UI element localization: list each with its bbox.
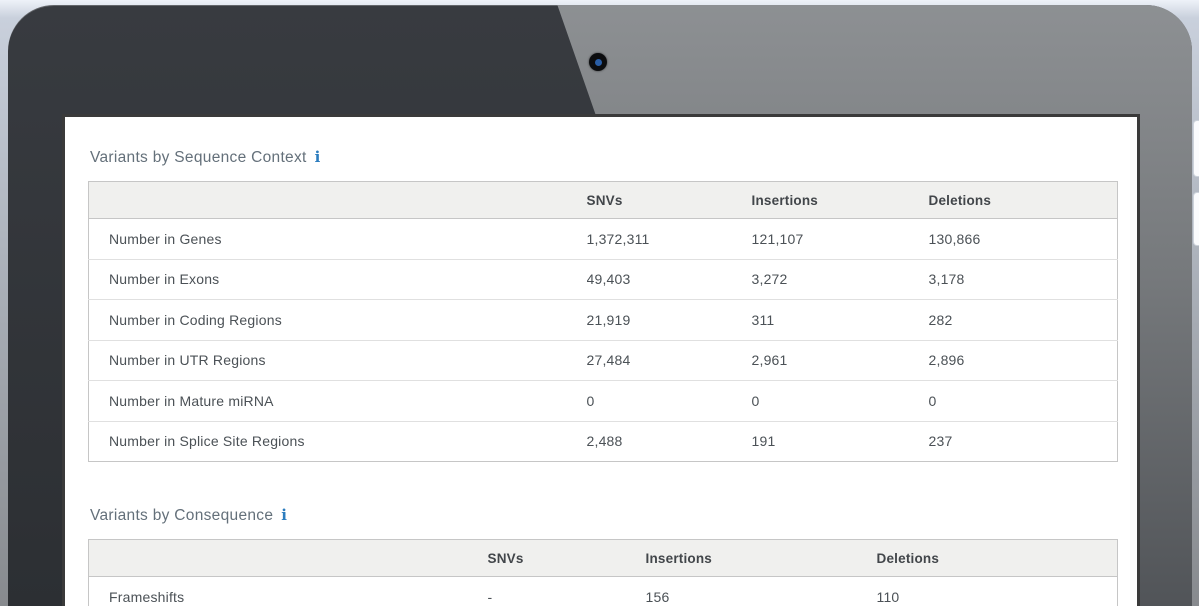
header-snvs: SNVs xyxy=(488,540,646,577)
cell-insertions: 156 xyxy=(646,577,877,606)
front-camera-icon xyxy=(589,53,607,71)
header-snvs: SNVs xyxy=(587,182,752,219)
section-title-text: Variants by Consequence xyxy=(90,507,273,524)
cell-insertions: 2,961 xyxy=(752,340,929,381)
consequence-table: SNVs Insertions Deletions Frameshifts - … xyxy=(88,539,1118,606)
cell-deletions: 130,866 xyxy=(929,219,1118,260)
report-page: Variants by Sequence Context i SNVs Inser… xyxy=(62,114,1140,606)
cell-insertions: 0 xyxy=(752,381,929,422)
cell-snvs: 2,488 xyxy=(587,421,752,462)
table-header-row: SNVs Insertions Deletions xyxy=(89,540,1118,577)
table-row: Number in Exons 49,403 3,272 3,178 xyxy=(89,259,1118,300)
background-card-sliver xyxy=(1193,120,1199,177)
camera-lens xyxy=(595,59,602,66)
header-insertions: Insertions xyxy=(752,182,929,219)
cell-insertions: 3,272 xyxy=(752,259,929,300)
cell-deletions: 110 xyxy=(877,577,1118,606)
header-insertions: Insertions xyxy=(646,540,877,577)
row-label: Frameshifts xyxy=(89,577,488,606)
table-row: Number in UTR Regions 27,484 2,961 2,896 xyxy=(89,340,1118,381)
cell-snvs: - xyxy=(488,577,646,606)
row-label: Number in Exons xyxy=(89,259,587,300)
section-title-text: Variants by Sequence Context xyxy=(90,149,307,166)
cell-deletions: 237 xyxy=(929,421,1118,462)
table-header: SNVs Insertions Deletions xyxy=(89,182,1118,219)
info-icon[interactable]: i xyxy=(315,148,321,166)
cell-snvs: 1,372,311 xyxy=(587,219,752,260)
cell-insertions: 191 xyxy=(752,421,929,462)
row-label: Number in Genes xyxy=(89,219,587,260)
header-deletions: Deletions xyxy=(929,182,1118,219)
background-card-sliver xyxy=(1193,192,1199,246)
cell-deletions: 2,896 xyxy=(929,340,1118,381)
section-gap xyxy=(88,462,1114,506)
table-row: Frameshifts - 156 110 xyxy=(89,577,1118,606)
cell-deletions: 3,178 xyxy=(929,259,1118,300)
section-title-sequence-context: Variants by Sequence Context i xyxy=(90,148,1114,167)
cell-snvs: 27,484 xyxy=(587,340,752,381)
header-deletions: Deletions xyxy=(877,540,1118,577)
header-empty xyxy=(89,540,488,577)
table-row: Number in Coding Regions 21,919 311 282 xyxy=(89,300,1118,341)
row-label: Number in Splice Site Regions xyxy=(89,421,587,462)
cell-snvs: 49,403 xyxy=(587,259,752,300)
info-icon[interactable]: i xyxy=(281,506,287,524)
cell-deletions: 0 xyxy=(929,381,1118,422)
header-empty xyxy=(89,182,587,219)
table-header: SNVs Insertions Deletions xyxy=(89,540,1118,577)
table-row: Number in Genes 1,372,311 121,107 130,86… xyxy=(89,219,1118,260)
cell-insertions: 311 xyxy=(752,300,929,341)
table-header-row: SNVs Insertions Deletions xyxy=(89,182,1118,219)
section-title-consequence: Variants by Consequence i xyxy=(90,506,1114,525)
cell-deletions: 282 xyxy=(929,300,1118,341)
cell-snvs: 21,919 xyxy=(587,300,752,341)
table-row: Number in Mature miRNA 0 0 0 xyxy=(89,381,1118,422)
row-label: Number in Mature miRNA xyxy=(89,381,587,422)
screenshot-stage: Variants by Sequence Context i SNVs Inser… xyxy=(0,0,1199,606)
cell-insertions: 121,107 xyxy=(752,219,929,260)
sequence-context-table: SNVs Insertions Deletions Number in Gene… xyxy=(88,181,1118,462)
row-label: Number in UTR Regions xyxy=(89,340,587,381)
row-label: Number in Coding Regions xyxy=(89,300,587,341)
cell-snvs: 0 xyxy=(587,381,752,422)
table-row: Number in Splice Site Regions 2,488 191 … xyxy=(89,421,1118,462)
